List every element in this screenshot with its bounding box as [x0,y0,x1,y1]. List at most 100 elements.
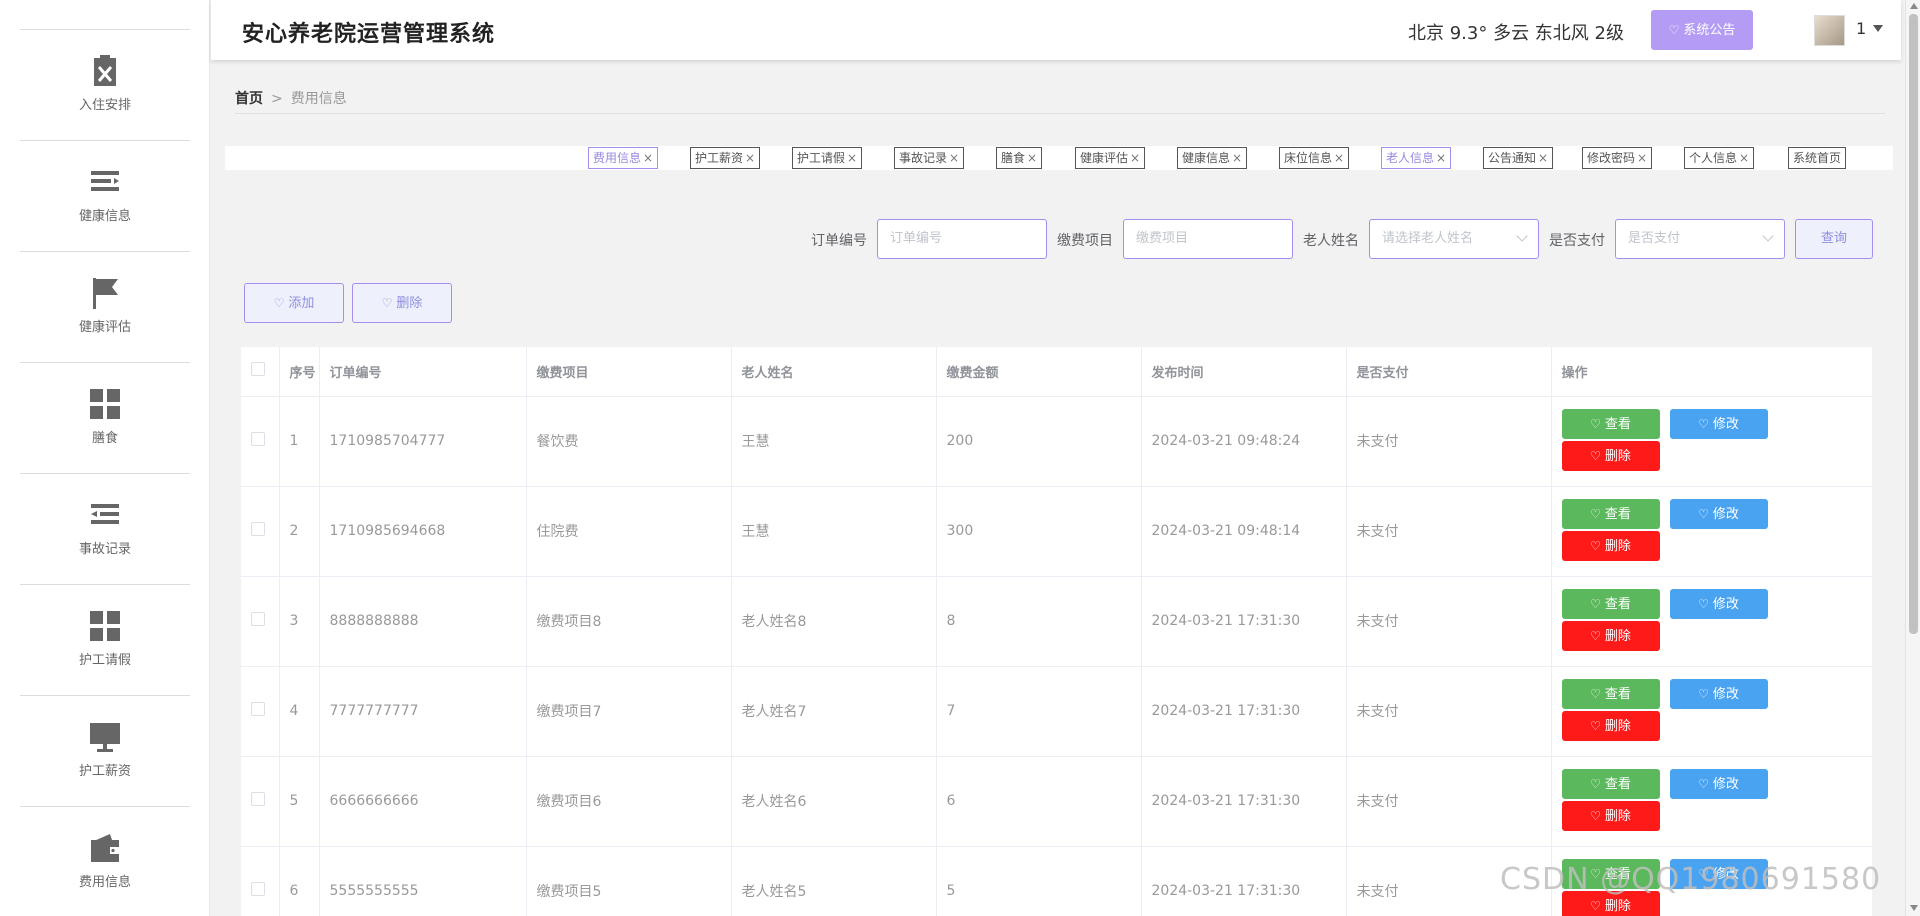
sidebar-item-health-eval[interactable]: 健康评估 [20,252,190,363]
tag-change-password[interactable]: 修改密码 × [1582,147,1653,169]
tag-accidents[interactable]: 事故记录 × [894,147,965,169]
close-icon[interactable]: × [1436,151,1446,165]
row-select-cell [241,756,280,847]
item-input[interactable]: 缴费项目 [1123,219,1293,259]
edit-button[interactable]: ♡ 修改 [1669,498,1768,529]
menu-list-icon [91,171,119,191]
wallet-icon [91,834,119,862]
sidebar-item-label: 膳食 [91,431,118,446]
sidebar-item-label: 入住安排 [78,98,131,113]
actions-cell: ♡ 查看 ♡ 修改 ♡ 删除 [1551,666,1872,757]
close-icon[interactable]: × [745,151,755,165]
close-icon[interactable]: × [643,151,653,165]
user-name[interactable]: 1 [1856,19,1866,38]
row-checkbox[interactable] [251,432,265,446]
heart-icon: ♡ [1590,416,1601,431]
elder-select[interactable]: 请选择老人姓名 [1369,219,1539,259]
view-button[interactable]: ♡ 查看 [1561,768,1660,799]
edit-button[interactable]: ♡ 修改 [1669,588,1768,619]
sidebar-item-health-info[interactable]: 健康信息 [20,141,190,252]
paid-select[interactable]: 是否支付 [1615,219,1785,259]
heart-icon: ♡ [1590,718,1601,733]
sidebar-item-fees[interactable]: 费用信息 [20,807,190,916]
sidebar-item-meals[interactable]: 膳食 [20,363,190,474]
avatar[interactable] [1814,15,1845,46]
close-icon[interactable]: × [1130,151,1140,165]
delete-button[interactable]: ♡ 删除 [1561,620,1660,651]
tag-profile[interactable]: 个人信息 × [1684,147,1755,169]
edit-button[interactable]: ♡ 修改 [1669,768,1768,799]
tag-carer-leave[interactable]: 护工请假 × [792,147,863,169]
tag-bed-info[interactable]: 床位信息 × [1279,147,1350,169]
close-icon[interactable]: × [847,151,857,165]
table-row: 2 1710985694668 住院费 王慧 300 2024-03-21 09:48:1… [241,486,1872,577]
order-input[interactable]: 订单编号 [877,219,1047,259]
edit-button[interactable]: ♡ 修改 [1669,678,1768,709]
delete-label: 删除 [1604,898,1631,914]
cell-time: 2024-03-21 17:31:30 [1141,846,1347,916]
delete-label: 删除 [1604,808,1631,824]
sidebar-item-carer-salary[interactable]: 护工薪资 [20,696,190,807]
sidebar-item-accidents[interactable]: 事故记录 [20,474,190,585]
heart-icon: ♡ [1590,776,1601,791]
edit-button[interactable]: ♡ 修改 [1669,408,1768,439]
tag-meals[interactable]: 膳食 × [996,147,1043,169]
close-icon[interactable]: × [1538,151,1548,165]
elder-select-placeholder: 请选择老人姓名 [1382,231,1474,246]
view-button[interactable]: ♡ 查看 [1561,678,1660,709]
close-icon[interactable]: × [1334,151,1344,165]
row-checkbox[interactable] [251,792,265,806]
delete-button[interactable]: ♡ 删除 [1561,710,1660,741]
breadcrumb-home[interactable]: 首页 [235,91,263,107]
tag-notices[interactable]: 公告通知 × [1483,147,1554,169]
top-header: 安心养老院运营管理系统 北京 9.3° 多云 东北风 2级 ♡ 系统公告 1 [211,0,1901,60]
heart-icon: ♡ [1698,686,1709,701]
row-checkbox[interactable] [251,522,265,536]
chevron-down-icon [1516,230,1528,242]
batch-delete-button[interactable]: ♡ 删除 [352,283,452,323]
delete-button[interactable]: ♡ 删除 [1561,530,1660,561]
cell-amount: 6 [936,756,1142,847]
cell-time: 2024-03-21 09:48:14 [1141,486,1347,577]
cell-paid: 未支付 [1346,756,1552,847]
select-all-checkbox[interactable] [251,362,265,377]
row-checkbox[interactable] [251,612,265,626]
tag-health-info[interactable]: 健康信息 × [1177,147,1248,169]
actions-cell: ♡ 查看 ♡ 修改 ♡ 删除 [1551,576,1872,667]
close-icon[interactable]: × [949,151,959,165]
cell-time: 2024-03-21 17:31:30 [1141,666,1347,757]
view-button[interactable]: ♡ 查看 [1561,588,1660,619]
tag-elder-info[interactable]: 老人信息 × [1381,147,1452,169]
tag-label: 费用信息 [593,151,642,165]
close-icon[interactable]: × [1739,151,1749,165]
tag-home[interactable]: 系统首页 [1788,147,1847,169]
edit-label: 修改 [1712,776,1739,792]
scroll-down-icon[interactable] [1910,905,1918,911]
tag-carer-salary[interactable]: 护工薪资 × [690,147,761,169]
query-button[interactable]: 查询 [1795,219,1873,259]
row-checkbox[interactable] [251,702,265,716]
sidebar-item-carer-leave[interactable]: 护工请假 [20,585,190,696]
delete-button[interactable]: ♡ 删除 [1561,440,1660,471]
row-checkbox[interactable] [251,882,265,896]
caret-down-icon[interactable] [1873,25,1883,32]
scroll-up-icon[interactable] [1910,3,1918,9]
add-button[interactable]: ♡ 添加 [244,283,344,323]
view-label: 查看 [1604,596,1631,612]
scrollbar-thumb[interactable] [1909,14,1918,634]
close-icon[interactable]: × [1232,151,1242,165]
breadcrumb: 首页 > 费用信息 [235,88,347,108]
sidebar-item-checkin[interactable]: 入住安排 [20,30,190,141]
tag-label: 系统首页 [1793,151,1842,165]
flag-icon [93,278,118,309]
close-icon[interactable]: × [1027,151,1037,165]
system-notice-button[interactable]: ♡ 系统公告 [1651,10,1753,50]
page-scrollbar[interactable] [1905,0,1920,916]
view-button[interactable]: ♡ 查看 [1561,408,1660,439]
close-icon[interactable]: × [1637,151,1647,165]
tag-fee-info[interactable]: 费用信息 × [588,147,659,169]
delete-button[interactable]: ♡ 删除 [1561,800,1660,831]
tag-label: 护工薪资 [695,151,744,165]
tag-health-eval[interactable]: 健康评估 × [1075,147,1146,169]
view-button[interactable]: ♡ 查看 [1561,498,1660,529]
